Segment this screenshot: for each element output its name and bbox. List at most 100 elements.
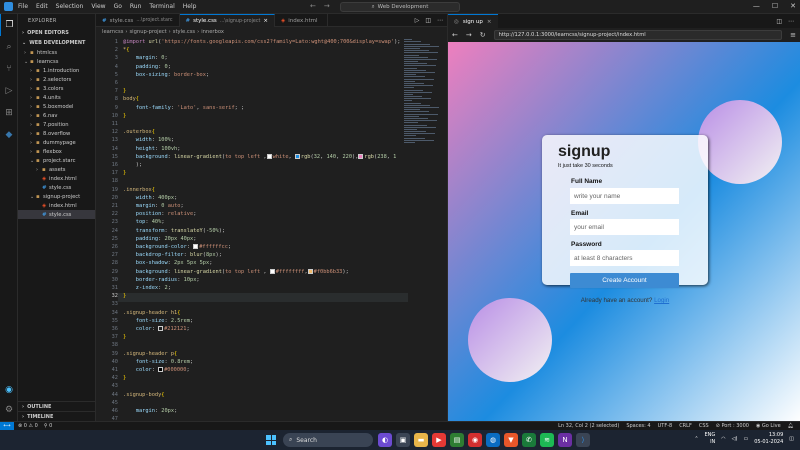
code-line[interactable]: .outerbox{: [123, 129, 155, 135]
run-icon[interactable]: ▷: [415, 17, 420, 24]
code-line[interactable]: margin: 0 auto;: [123, 203, 184, 209]
code-line[interactable]: background-color: #ffffffcc;: [123, 244, 231, 250]
breadcrumb-item[interactable]: learncss: [102, 29, 123, 35]
split-editor-icon[interactable]: ◫: [776, 18, 782, 25]
code-line[interactable]: font-family: 'Lato', sans-serif; ;: [123, 105, 244, 111]
editor-tab[interactable]: # style.css ...\project.starc: [96, 14, 180, 27]
menu-item-go[interactable]: Go: [114, 3, 122, 10]
split-editor-icon[interactable]: ◫: [425, 17, 431, 24]
menu-item-help[interactable]: Help: [183, 3, 197, 10]
breadcrumb-item[interactable]: signup-project: [129, 29, 166, 35]
notifications-bell-icon[interactable]: 🔔︎: [788, 423, 794, 429]
tree-item[interactable]: ⌄ ▪ learncss: [18, 57, 95, 66]
code-line[interactable]: .innerbox{: [123, 187, 155, 193]
code-editor[interactable]: 1 @import url('https://fonts.googleapis.c…: [96, 38, 447, 430]
copilot-icon[interactable]: ◐: [378, 433, 392, 447]
go-live-button[interactable]: ◉ Go Live: [756, 423, 781, 429]
menu-item-selection[interactable]: Selection: [56, 3, 84, 10]
code-line[interactable]: transform: translateY(-50%);: [123, 228, 225, 234]
tree-item[interactable]: ⌄ ▪ project.starc: [18, 156, 95, 165]
tree-item[interactable]: › ▪ htmlcss: [18, 48, 95, 57]
create-account-button[interactable]: Create Account: [570, 273, 679, 288]
edge-icon[interactable]: ◍: [486, 433, 500, 447]
task-view-icon[interactable]: ▣: [396, 433, 410, 447]
taskbar-search[interactable]: ⌕ Search: [283, 433, 373, 447]
tree-item[interactable]: › ▪ 6.nav: [18, 111, 95, 120]
code-line[interactable]: box-sizing: border-box;: [123, 72, 209, 78]
code-line[interactable]: }: [123, 88, 126, 94]
store-icon[interactable]: ▤: [450, 433, 464, 447]
ports-indicator[interactable]: ⚲ 0: [44, 423, 52, 429]
settings-gear-icon[interactable]: ⚙: [0, 399, 18, 421]
code-line[interactable]: box-shadow: 2px 5px 5px;: [123, 260, 213, 266]
password-input[interactable]: at least 8 characters: [570, 250, 679, 266]
code-line[interactable]: font-size: 0.8rem;: [123, 359, 193, 365]
tree-item[interactable]: › ▪ 7.position: [18, 120, 95, 129]
code-line[interactable]: background: linear-gradient(to top left …: [123, 268, 349, 275]
outline-section[interactable]: › OUTLINE: [18, 401, 96, 411]
forward-arrow-icon[interactable]: →: [466, 31, 472, 39]
tree-item[interactable]: ◈ index.html: [18, 174, 95, 183]
language-indicator[interactable]: ENG IN: [705, 432, 716, 446]
browser-tab[interactable]: ◎ sign up ×: [448, 14, 498, 28]
code-line[interactable]: .signup-header p{: [123, 351, 177, 357]
code-line[interactable]: backdrop-filter: blur(8px);: [123, 252, 222, 258]
menu-item-terminal[interactable]: Terminal: [149, 3, 174, 10]
tree-item[interactable]: › ▪ 3.colors: [18, 84, 95, 93]
timeline-section[interactable]: › TIMELINE: [18, 411, 96, 421]
problems-indicator[interactable]: ⊗ 0 ⚠ 0: [18, 423, 38, 429]
tree-item[interactable]: › ▪ 5.boxmodel: [18, 102, 95, 111]
code-line[interactable]: margin: 20px;: [123, 408, 178, 414]
code-line[interactable]: padding: 20px 40px;: [123, 236, 197, 242]
code-line[interactable]: width: 100%;: [123, 137, 174, 143]
back-arrow-icon[interactable]: ←: [310, 2, 316, 10]
tree-item[interactable]: › ▪ 2.selectors: [18, 75, 95, 84]
reload-icon[interactable]: ↻: [480, 31, 486, 39]
menu-item-view[interactable]: View: [91, 3, 105, 10]
line-ending[interactable]: CRLF: [679, 423, 692, 429]
menu-item-edit[interactable]: Edit: [36, 3, 48, 10]
code-line[interactable]: }: [123, 375, 126, 381]
language-mode[interactable]: CSS: [699, 423, 709, 429]
whatsapp-icon[interactable]: ✆: [522, 433, 536, 447]
code-line[interactable]: body{: [123, 96, 139, 102]
tree-item[interactable]: ◈ index.html: [18, 201, 95, 210]
more-actions-icon[interactable]: ⋯: [788, 18, 794, 25]
search-icon[interactable]: ⌕: [0, 36, 18, 58]
code-line[interactable]: .signup-header h1{: [123, 310, 180, 316]
code-line[interactable]: position: relative;: [123, 211, 197, 217]
command-center[interactable]: ⌕ Web Development: [340, 2, 460, 12]
code-line[interactable]: }: [123, 293, 126, 299]
code-line[interactable]: margin: 0;: [123, 55, 168, 61]
account-icon[interactable]: ◉: [0, 379, 18, 401]
tree-item[interactable]: › ▪ 8.overflow: [18, 129, 95, 138]
source-control-icon[interactable]: ⑂: [0, 58, 18, 80]
battery-icon[interactable]: ▭: [743, 436, 748, 442]
open-editors-section[interactable]: › OPEN EDITORS: [18, 28, 95, 38]
code-line[interactable]: width: 400px;: [123, 195, 178, 201]
code-line[interactable]: font-size: 2.5rem;: [123, 318, 193, 324]
url-bar[interactable]: http://127.0.0.1:3000/learncss/signup-pr…: [493, 30, 783, 40]
maximize-icon[interactable]: ☐: [772, 2, 778, 10]
encoding[interactable]: UTF-8: [658, 423, 673, 429]
menu-item-run[interactable]: Run: [130, 3, 142, 10]
code-line[interactable]: color: #212121;: [123, 326, 190, 332]
code-line[interactable]: height: 100vh;: [123, 146, 181, 152]
file-explorer-icon[interactable]: ▬: [414, 433, 428, 447]
breadcrumb-item[interactable]: innerbox: [201, 29, 224, 35]
tree-item[interactable]: › ▪ flexbox: [18, 147, 95, 156]
tree-item[interactable]: › ▪ assets: [18, 165, 95, 174]
vscode-taskbar-icon[interactable]: ⟩: [576, 433, 590, 447]
code-line[interactable]: }: [123, 170, 126, 176]
close-icon[interactable]: ×: [487, 19, 492, 25]
run-debug-icon[interactable]: ▷: [0, 80, 18, 102]
code-line[interactable]: .signup-body{: [123, 392, 164, 398]
hamburger-menu-icon[interactable]: ≡: [790, 31, 796, 39]
chrome-icon[interactable]: ◉: [468, 433, 482, 447]
full-name-input[interactable]: write your name: [570, 188, 679, 204]
wifi-icon[interactable]: ◠: [721, 436, 725, 442]
chevron-up-icon[interactable]: ⌃: [694, 436, 698, 442]
code-line[interactable]: background: linear-gradient(to top left …: [123, 153, 396, 160]
notifications-icon[interactable]: ◫: [789, 436, 794, 442]
editor-tab[interactable]: # style.css ...\signup-project ×: [179, 14, 275, 27]
